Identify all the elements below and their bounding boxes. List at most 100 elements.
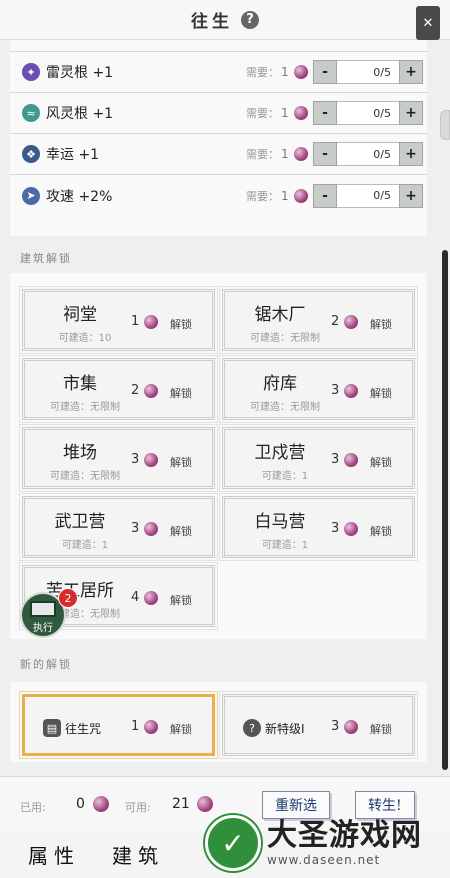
gem-icon — [293, 147, 308, 161]
building-card[interactable]: 锯木厂 可建造：无限制 2 解锁 — [219, 286, 418, 354]
new-unlock-name: 往生咒 — [65, 721, 102, 736]
attribute-row-partial — [10, 40, 427, 52]
help-icon[interactable]: ? — [241, 10, 259, 29]
new-unlock-card[interactable]: ? 新特级I 3 解锁 — [219, 691, 418, 759]
building-card[interactable]: 卫戍营 可建造：1 3 解锁 — [219, 424, 418, 492]
unlock-button[interactable]: 解锁 — [370, 454, 392, 470]
cost-value: 1 — [131, 314, 140, 329]
attribute-name: 攻速 +2% — [46, 188, 113, 205]
gem-icon — [293, 188, 308, 203]
building-card[interactable]: 白马营 可建造：1 3 解锁 — [219, 493, 418, 561]
building-card[interactable]: 市集 可建造：无限制 2 解锁 — [19, 355, 218, 423]
watermark-text: 大圣游戏网 www.daseen.net — [267, 818, 422, 868]
notification-badge: 2 — [58, 588, 78, 608]
cost-value: 1 — [131, 719, 140, 734]
attribute-stepper: - 0/5 + — [313, 101, 423, 125]
building-cost: 2 — [331, 314, 359, 329]
unlock-button[interactable]: 解锁 — [170, 385, 192, 401]
new-section-label: 新的解锁 — [20, 658, 72, 671]
decrement-button[interactable]: - — [313, 101, 337, 125]
gem-icon — [344, 719, 359, 734]
new-unlock-cost: 3 — [331, 719, 359, 734]
attribute-panel: ✦ 雷灵根 +1 需要： 1 - 0/5 + ≈ 风灵根 +1 需要： 1 - … — [10, 40, 427, 236]
attribute-row: ≈ 风灵根 +1 需要： 1 - 0/5 + — [10, 93, 427, 134]
new-unlock-name: 新特级I — [265, 721, 305, 736]
building-cost: 1 — [131, 314, 159, 329]
thunder-icon: ✦ — [22, 63, 40, 81]
gem-icon — [144, 314, 159, 329]
monitor-icon — [30, 600, 56, 617]
increment-button[interactable]: + — [399, 60, 423, 84]
building-name: 府库 — [263, 374, 297, 394]
title-bar: 往生 ? ✕ — [0, 0, 450, 40]
building-name: 祠堂 — [63, 305, 97, 325]
building-limit: 可建造：1 — [61, 540, 109, 551]
watermark-title: 大圣游戏网 — [267, 818, 422, 853]
building-card[interactable]: 武卫营 可建造：1 3 解锁 — [19, 493, 218, 561]
unlock-button[interactable]: 解锁 — [370, 523, 392, 539]
building-name: 锯木厂 — [254, 305, 306, 325]
gem-icon — [144, 590, 159, 605]
cost-value: 3 — [131, 521, 140, 536]
building-cost: 3 — [331, 521, 359, 536]
available-value: 21 — [172, 796, 190, 812]
unlock-button[interactable]: 解锁 — [170, 454, 192, 470]
unlock-button[interactable]: 解锁 — [170, 523, 192, 539]
increment-button[interactable]: + — [399, 183, 423, 208]
new-unlock-panel: ▤ 往生咒 1 解锁 ? 新特级I 3 解锁 — [10, 682, 427, 762]
side-drawer-handle[interactable] — [440, 110, 450, 140]
new-unlock-card[interactable]: ▤ 往生咒 1 解锁 — [19, 691, 218, 759]
gem-icon — [144, 521, 159, 536]
decrement-button[interactable]: - — [313, 60, 337, 84]
site-logo-icon: ✓ — [205, 815, 261, 871]
building-cost: 4 — [131, 590, 159, 605]
increment-button[interactable]: + — [399, 142, 423, 166]
attribute-name: 风灵根 +1 — [46, 106, 114, 122]
wind-icon: ≈ — [22, 104, 40, 122]
building-name: 卫戍营 — [254, 443, 306, 463]
need-label: 需要： — [246, 148, 279, 161]
cost-value: 3 — [131, 452, 140, 467]
building-name: 武卫营 — [54, 512, 106, 532]
close-button[interactable]: ✕ — [416, 6, 440, 40]
cost-value: 4 — [131, 590, 140, 605]
building-name: 堆场 — [63, 443, 97, 463]
building-cost: 3 — [331, 383, 359, 398]
unlock-button[interactable]: 解锁 — [170, 592, 192, 608]
cost-value: 2 — [131, 383, 140, 398]
unlock-button[interactable]: 解锁 — [170, 721, 192, 737]
building-card[interactable]: 堆场 可建造：无限制 3 解锁 — [19, 424, 218, 492]
need-label: 需要： — [246, 66, 279, 79]
building-card[interactable]: 府库 可建造：无限制 3 解锁 — [219, 355, 418, 423]
unlock-button[interactable]: 解锁 — [370, 316, 392, 332]
building-name: 白马营 — [254, 512, 306, 532]
new-unlock-cost: 1 — [131, 719, 159, 734]
page-title: 往生 — [191, 12, 233, 32]
increment-button[interactable]: + — [399, 101, 423, 125]
gem-icon — [344, 521, 359, 536]
building-cost: 3 — [331, 452, 359, 467]
attribute-stepper: - 0/5 + — [313, 183, 423, 208]
tab-attributes[interactable]: 属性 — [28, 840, 80, 869]
unlock-button[interactable]: 解锁 — [370, 385, 392, 401]
book-icon: ▤ — [43, 719, 61, 737]
decrement-button[interactable]: - — [313, 142, 337, 166]
execute-fab[interactable]: 执行 2 — [20, 588, 78, 638]
unlock-button[interactable]: 解锁 — [170, 316, 192, 332]
unlock-button[interactable]: 解锁 — [370, 721, 392, 737]
building-limit: 可建造：无限制 — [250, 333, 320, 344]
watermark-url: www.daseen.net — [267, 853, 381, 867]
building-cost: 3 — [131, 452, 159, 467]
stepper-value: 0/5 — [337, 142, 399, 166]
building-panel: 祠堂 可建造：10 1 解锁 锯木厂 可建造：无限制 2 解锁 市集 可建造：无… — [10, 273, 427, 639]
decrement-button[interactable]: - — [313, 183, 337, 208]
building-limit: 可建造：10 — [58, 333, 112, 344]
new-unlock-name-wrap: ▤ 往生咒 — [43, 719, 101, 737]
fab-label: 执行 — [33, 622, 53, 634]
watermark: ✓ 大圣游戏网 www.daseen.net — [205, 808, 450, 878]
scrollbar[interactable] — [442, 250, 448, 770]
building-card[interactable]: 祠堂 可建造：10 1 解锁 — [19, 286, 218, 354]
tab-buildings[interactable]: 建筑 — [112, 840, 164, 869]
stepper-value: 0/5 — [337, 101, 399, 125]
gem-icon — [344, 383, 359, 398]
